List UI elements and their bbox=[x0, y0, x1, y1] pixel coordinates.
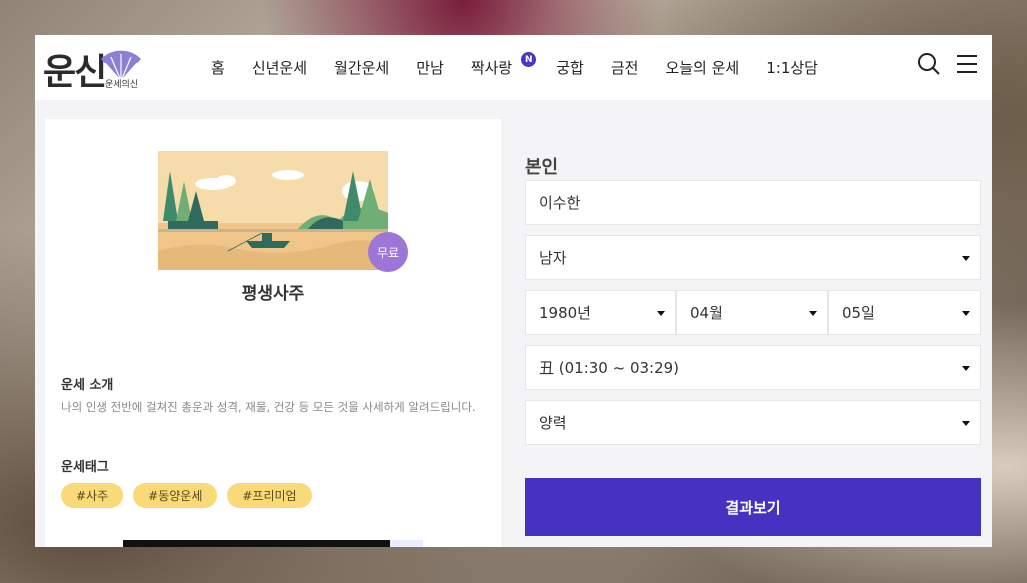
nav-item-today[interactable]: 오늘의 운세 bbox=[665, 57, 739, 78]
view-result-button[interactable]: 결과보기 bbox=[525, 478, 981, 536]
product-card: 무료 평생사주 운세 소개 나의 인생 전반에 걸쳐진 총운과 성격, 재물, … bbox=[45, 119, 501, 547]
chevron-down-icon bbox=[962, 366, 970, 371]
nav-item-compatibility[interactable]: 궁합 bbox=[556, 57, 584, 78]
search-icon[interactable] bbox=[917, 52, 941, 76]
hero-illustration bbox=[158, 151, 388, 270]
site-header: 운신 운세의신 홈 신년운세 월간운세 만남 짝사랑 N 궁합 금전 오늘의 운… bbox=[35, 35, 992, 100]
name-value: 이수한 bbox=[539, 194, 581, 212]
nav-item-new-year[interactable]: 신년운세 bbox=[252, 57, 307, 78]
nav-item-money[interactable]: 금전 bbox=[611, 57, 639, 78]
year-value: 1980년 bbox=[539, 304, 591, 322]
hamburger-menu-icon[interactable] bbox=[956, 54, 978, 74]
intro-heading: 운세 소개 bbox=[61, 378, 114, 393]
gender-select[interactable]: 남자 bbox=[525, 235, 981, 280]
tag-saju[interactable]: #사주 bbox=[61, 483, 124, 508]
tag-list: #사주 #동양운세 #프리미엄 bbox=[61, 483, 322, 508]
nav-item-crush[interactable]: 짝사랑 N bbox=[470, 52, 537, 78]
ad-choices-icon[interactable] bbox=[390, 540, 423, 547]
day-select[interactable]: 05일 bbox=[828, 290, 981, 335]
month-select[interactable]: 04월 bbox=[676, 290, 828, 335]
nav-item-monthly[interactable]: 월간운세 bbox=[334, 57, 389, 78]
name-input[interactable]: 이수한 bbox=[525, 180, 981, 225]
logo-subtitle: 운세의신 bbox=[105, 80, 139, 90]
year-select[interactable]: 1980년 bbox=[525, 290, 676, 335]
main-nav: 홈 신년운세 월간운세 만남 짝사랑 N 궁합 금전 오늘의 운세 1:1상담 bbox=[211, 35, 845, 100]
ad-banner[interactable] bbox=[123, 540, 423, 547]
month-value: 04월 bbox=[690, 304, 723, 322]
page-frame: 운신 운세의신 홈 신년운세 월간운세 만남 짝사랑 N 궁합 금전 오늘의 운… bbox=[35, 35, 992, 547]
tag-premium[interactable]: #프리미엄 bbox=[227, 483, 312, 508]
product-title: 평생사주 bbox=[241, 284, 305, 304]
intro-description: 나의 인생 전반에 걸쳐진 총운과 성격, 재물, 건강 등 모든 것을 사세하… bbox=[61, 400, 476, 414]
site-logo[interactable]: 운신 운세의신 bbox=[43, 43, 143, 93]
fortune-form: 본인 이수한 남자 1980년 04월 05일 丑 (01:30 ~ 03:29… bbox=[525, 153, 981, 536]
calendar-type-value: 양력 bbox=[539, 414, 567, 432]
tags-heading: 운세태그 bbox=[61, 460, 109, 475]
birth-time-value: 丑 (01:30 ~ 03:29) bbox=[539, 359, 680, 377]
tag-oriental[interactable]: #동양운세 bbox=[133, 483, 218, 508]
nav-item-crush-label: 짝사랑 bbox=[470, 59, 513, 77]
form-label-self: 본인 bbox=[525, 157, 559, 178]
free-badge: 무료 bbox=[368, 232, 408, 272]
calendar-type-select[interactable]: 양력 bbox=[525, 400, 981, 445]
gender-value: 남자 bbox=[539, 249, 567, 267]
chevron-down-icon bbox=[809, 311, 817, 316]
nav-item-consult[interactable]: 1:1상담 bbox=[766, 57, 818, 78]
chevron-down-icon bbox=[962, 256, 970, 261]
nav-item-meeting[interactable]: 만남 bbox=[416, 57, 444, 78]
chevron-down-icon bbox=[657, 311, 665, 316]
nav-item-home[interactable]: 홈 bbox=[211, 57, 225, 78]
chevron-down-icon bbox=[962, 311, 970, 316]
logo-text: 운신 bbox=[43, 51, 107, 93]
new-badge: N bbox=[521, 52, 537, 67]
chevron-down-icon bbox=[962, 421, 970, 426]
birth-time-select[interactable]: 丑 (01:30 ~ 03:29) bbox=[525, 345, 981, 390]
day-value: 05일 bbox=[842, 304, 875, 322]
